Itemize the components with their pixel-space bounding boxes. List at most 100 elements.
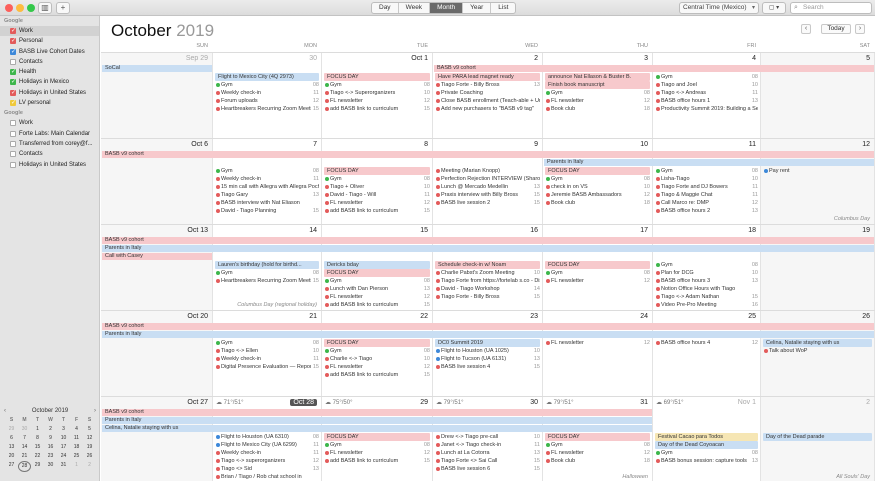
view-options-button[interactable]: ▢ ▾: [762, 2, 786, 14]
calendar-event[interactable]: Lunch with Dan Pierson 13: [324, 285, 430, 293]
calendar-event[interactable]: Digital Presence Evaluation — Report Ove…: [215, 363, 319, 371]
mini-day[interactable]: 6: [5, 434, 18, 443]
mini-day[interactable]: 8: [31, 434, 44, 443]
calendar-event[interactable]: Charlie Pabst's Zoom Meeting 10: [435, 269, 540, 277]
mini-day[interactable]: 10: [57, 434, 70, 443]
calendar-event[interactable]: Celina, Natalie staying with us: [763, 339, 872, 347]
calendar-checkbox[interactable]: [10, 151, 16, 158]
calendar-event[interactable]: Schedule check-in w/ Noam: [435, 261, 540, 269]
calendar-event[interactable]: Flight to Houston (UA 6310) 08: [215, 433, 319, 441]
mini-day[interactable]: 29: [5, 425, 18, 434]
calendar-event[interactable]: Forum uploads 12: [215, 97, 319, 105]
calendar-event[interactable]: Jeremie BASB Ambassadors 12: [545, 191, 650, 199]
calendar-event[interactable]: Close BASB enrollment (Teach-able + Unbo…: [435, 97, 540, 105]
calendar-event[interactable]: FOCUS DAY: [545, 433, 650, 441]
calendar-event[interactable]: Tiago <-> Ellen 10: [215, 347, 319, 355]
mini-day[interactable]: 26: [83, 452, 96, 461]
calendar-item[interactable]: Forte Labs: Main Calendar: [0, 129, 99, 139]
calendar-event[interactable]: Day of the Dead parade: [763, 433, 872, 441]
calendar-event[interactable]: Tiago Forte <> Sai Call 15: [435, 457, 540, 465]
calendar-event[interactable]: Flight to Mexico City (UA 6299) 11: [215, 441, 319, 449]
mini-day[interactable]: 2: [44, 425, 57, 434]
next-month-button[interactable]: ›: [855, 24, 865, 34]
calendar-event[interactable]: Book club 18: [545, 199, 650, 207]
calendar-event[interactable]: BASB office hours 3 13: [655, 277, 758, 285]
calendar-event[interactable]: add BASB link to curriculum 15: [324, 207, 430, 215]
calendar-checkbox[interactable]: [10, 26, 16, 36]
calendar-event[interactable]: BASB live session 6 15: [435, 465, 540, 473]
add-event-button[interactable]: +: [56, 2, 70, 14]
calendar-item[interactable]: Personal: [0, 36, 99, 47]
mini-day[interactable]: 21: [18, 452, 31, 461]
mini-day[interactable]: 20: [5, 452, 18, 461]
calendar-event[interactable]: David - Tiago - Will 11: [324, 191, 430, 199]
calendar-event[interactable]: Flight to Mexico City (4Q 2973): [215, 73, 319, 81]
calendar-event[interactable]: BASB bonus session: capture tools 13: [655, 457, 758, 465]
calendar-event[interactable]: Tiago <-> Adam Nathan 15: [655, 293, 758, 301]
calendar-event[interactable]: Charlie <-> Tiago 10: [324, 355, 430, 363]
calendar-event[interactable]: Gym 08: [655, 167, 758, 175]
multi-day-event[interactable]: Parents in Italy: [544, 159, 874, 166]
calendar-event[interactable]: FL newsletter 12: [324, 199, 430, 207]
calendar-event[interactable]: Lisha-Tiago 10: [655, 175, 758, 183]
calendar-event[interactable]: Plan for DCG 10: [655, 269, 758, 277]
calendar-checkbox[interactable]: [10, 58, 16, 65]
calendar-event[interactable]: add BASB link to curriculum 15: [324, 371, 430, 379]
today-button[interactable]: Today: [821, 24, 851, 34]
sidebar-toggle-icon[interactable]: ▥: [38, 2, 52, 14]
mini-day[interactable]: 18: [70, 443, 83, 452]
mini-day[interactable]: 14: [18, 443, 31, 452]
calendar-event[interactable]: Tiago <-> Andreas 11: [655, 89, 758, 97]
calendar-event[interactable]: Add new purchasers to "BASB v9 tag": [435, 105, 540, 113]
calendar-event[interactable]: Meeting (Marian Knopp): [435, 167, 540, 175]
previous-month-button[interactable]: ‹: [801, 24, 811, 34]
calendar-event[interactable]: FOCUS DAY: [545, 167, 650, 175]
mini-day[interactable]: 25: [70, 452, 83, 461]
mini-next-icon[interactable]: ›: [94, 406, 96, 416]
multi-day-event[interactable]: Call with Casey: [102, 253, 212, 260]
calendar-event[interactable]: check in on VS 10: [545, 183, 650, 191]
calendar-item[interactable]: Contacts: [0, 149, 99, 159]
calendar-checkbox[interactable]: [10, 88, 16, 98]
mini-day[interactable]: 19: [83, 443, 96, 452]
calendar-event[interactable]: Gym 08: [324, 347, 430, 355]
calendar-event[interactable]: Gym 08: [215, 339, 319, 347]
calendar-event[interactable]: Tiago & Maggie Chat 11: [655, 191, 758, 199]
calendar-event[interactable]: BASB live session 2 15: [435, 199, 540, 207]
calendar-checkbox[interactable]: [10, 77, 16, 88]
mini-day[interactable]: 15: [31, 443, 44, 452]
calendar-event[interactable]: Heartbreakers Recurring Zoom Meeting 15: [215, 277, 319, 285]
calendar-event[interactable]: FL newsletter 12: [545, 449, 650, 457]
calendar-checkbox[interactable]: [10, 130, 16, 137]
calendar-event[interactable]: FL newsletter 12: [324, 293, 430, 301]
mini-day[interactable]: 17: [57, 443, 70, 452]
calendar-event[interactable]: Flight to Houston (UA 1025) 10: [435, 347, 540, 355]
calendar-event[interactable]: Book club 18: [545, 457, 650, 465]
calendar-event[interactable]: FOCUS DAY: [324, 167, 430, 175]
calendar-event[interactable]: Private Coaching: [435, 89, 540, 97]
calendar-event[interactable]: FL newsletter 12: [545, 339, 650, 347]
minimize-window-button[interactable]: [16, 4, 24, 12]
calendar-item[interactable]: Work: [0, 26, 99, 37]
multi-day-event[interactable]: BASB v9 cohort: [434, 65, 874, 72]
mini-day[interactable]: 23: [44, 452, 57, 461]
calendar-event[interactable]: Gym 08: [545, 175, 650, 183]
mini-day[interactable]: 31: [57, 461, 70, 472]
calendar-checkbox[interactable]: [10, 120, 16, 127]
day-cell[interactable]: Oct 1 FOCUS DAY Gym 08 Tiago <-> Superorgani…: [322, 53, 433, 138]
calendar-event[interactable]: FOCUS DAY: [324, 73, 430, 81]
calendar-event[interactable]: Gym 08: [545, 89, 650, 97]
zoom-window-button[interactable]: [27, 4, 35, 12]
calendar-event[interactable]: Talk about WoP: [763, 347, 872, 355]
multi-day-event[interactable]: Parents in Italy: [102, 331, 874, 338]
calendar-item[interactable]: Health: [0, 67, 99, 77]
mini-day[interactable]: 2: [83, 461, 96, 472]
calendar-event[interactable]: Perfection Rejection INTERVIEW (Sharon C…: [435, 175, 540, 183]
calendar-event[interactable]: FL newsletter 12: [324, 449, 430, 457]
calendar-event[interactable]: add BASB link to curriculum 15: [324, 105, 430, 113]
mini-day[interactable]: 30: [18, 425, 31, 434]
calendar-event[interactable]: Tiago Forte - Billy Bross 13: [435, 81, 540, 89]
calendar-event[interactable]: Festival Cacao para Todos: [655, 433, 758, 441]
mini-day[interactable]: 29: [31, 461, 44, 472]
calendar-event[interactable]: Gym 08: [324, 441, 430, 449]
